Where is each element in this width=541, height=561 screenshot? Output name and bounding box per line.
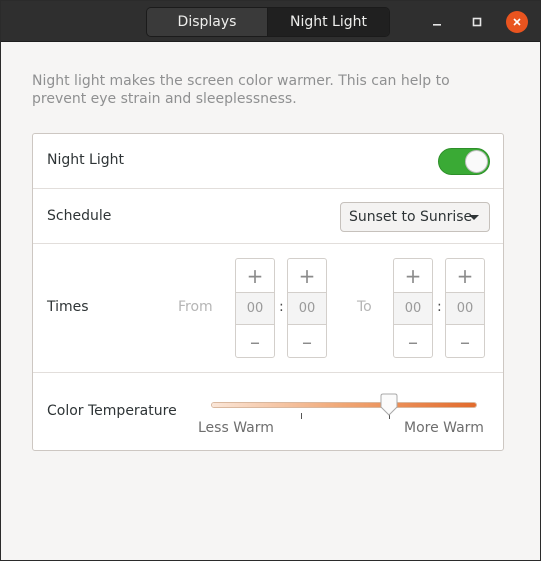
color-temperature-label: Color Temperature <box>47 403 177 419</box>
close-button[interactable] <box>506 11 528 33</box>
from-label: From <box>178 299 213 315</box>
to-hours-increment-button[interactable]: + <box>394 259 432 292</box>
from-minutes-increment-button[interactable]: + <box>288 259 326 292</box>
minimize-button[interactable] <box>426 11 448 33</box>
maximize-icon <box>472 17 482 27</box>
to-minutes-increment-button[interactable]: + <box>446 259 484 292</box>
to-hours-field[interactable]: 00 <box>394 292 432 325</box>
to-hours-spinner: + 00 – <box>393 258 433 358</box>
header-bar: Displays Night Light <box>1 1 540 42</box>
settings-window: Displays Night Light Night light makes t… <box>0 0 541 561</box>
to-label: To <box>357 299 372 315</box>
to-hours-decrement-button[interactable]: – <box>394 325 432 358</box>
from-hours-increment-button[interactable]: + <box>236 259 274 292</box>
to-minutes-field[interactable]: 00 <box>446 292 484 325</box>
description-text: Night light makes the screen color warme… <box>32 73 450 107</box>
slider-fill <box>212 403 476 407</box>
from-hours-spinner: + 00 – <box>235 258 275 358</box>
schedule-row: Schedule Sunset to Sunrise <box>33 189 503 244</box>
tab-night-light[interactable]: Night Light <box>268 8 389 36</box>
view-switcher: Displays Night Light <box>146 7 390 37</box>
schedule-label: Schedule <box>47 208 112 224</box>
from-hours-field[interactable]: 00 <box>236 292 274 325</box>
from-hours-decrement-button[interactable]: – <box>236 325 274 358</box>
schedule-value: Sunset to Sunrise <box>349 209 473 225</box>
night-light-label: Night Light <box>47 152 124 168</box>
tab-displays[interactable]: Displays <box>147 8 268 36</box>
times-label: Times <box>47 299 89 315</box>
night-light-row: Night Light <box>33 134 503 189</box>
to-minutes-decrement-button[interactable]: – <box>446 325 484 358</box>
schedule-dropdown[interactable]: Sunset to Sunrise <box>340 202 490 232</box>
from-minutes-spinner: + 00 – <box>287 258 327 358</box>
to-colon: : <box>437 299 442 315</box>
toggle-knob <box>465 150 488 173</box>
from-colon: : <box>279 299 284 315</box>
less-warm-label: Less Warm <box>198 420 274 436</box>
slider-handle[interactable] <box>379 393 399 417</box>
from-minutes-field[interactable]: 00 <box>288 292 326 325</box>
close-icon <box>513 18 521 26</box>
maximize-button[interactable] <box>466 11 488 33</box>
more-warm-label: More Warm <box>404 420 484 436</box>
settings-panel: Night Light Schedule Sunset to Sunrise T… <box>32 133 504 451</box>
from-minutes-decrement-button[interactable]: – <box>288 325 326 358</box>
color-temperature-slider[interactable] <box>211 402 477 408</box>
slider-tick-less <box>301 413 302 419</box>
night-light-toggle[interactable] <box>438 148 490 175</box>
times-row: Times From + 00 – : + 00 – To + 00 – : + <box>33 244 503 373</box>
chevron-down-icon <box>469 215 479 220</box>
color-temperature-row: Color Temperature Less Warm More Warm <box>33 373 503 450</box>
minimize-icon <box>433 24 441 26</box>
to-minutes-spinner: + 00 – <box>445 258 485 358</box>
